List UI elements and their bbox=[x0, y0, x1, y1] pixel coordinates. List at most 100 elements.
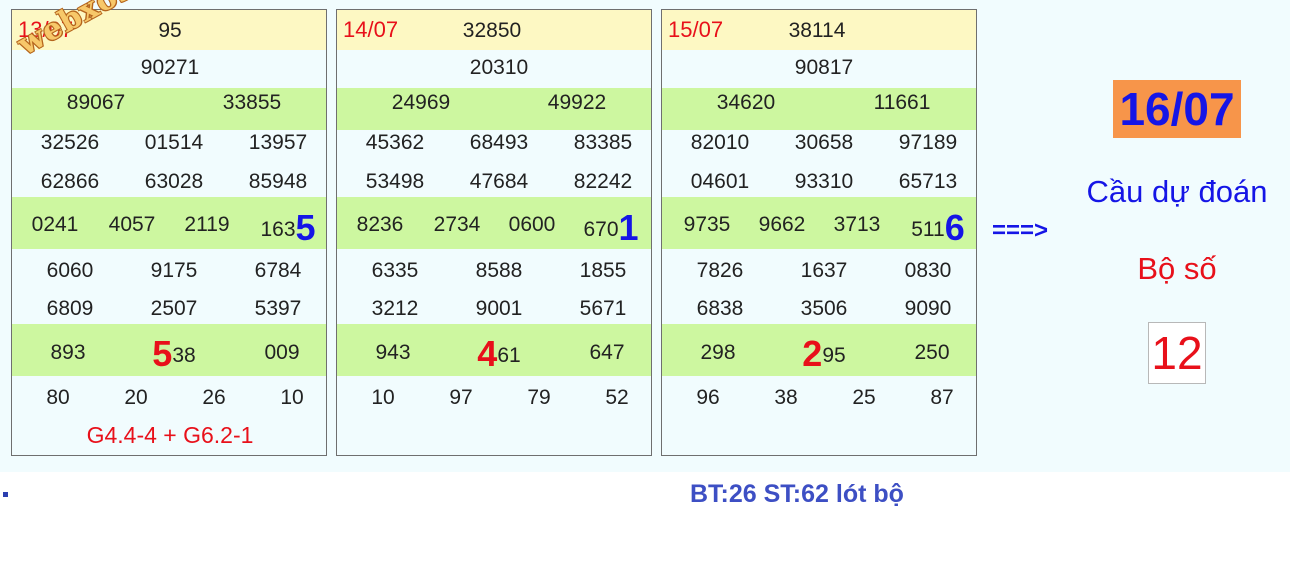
prize-7-value: 10 bbox=[371, 386, 395, 409]
prediction-date: 16/07 bbox=[1113, 80, 1241, 138]
prize-4-value: 3713 bbox=[833, 213, 881, 236]
prize-4-prefix: 670 bbox=[583, 218, 619, 241]
prize-5-value: 9175 bbox=[150, 259, 198, 282]
prize-5-value: 6809 bbox=[46, 297, 94, 320]
prize-5-value: 1637 bbox=[800, 259, 848, 282]
prize-3-value: 68493 bbox=[469, 131, 529, 154]
bullet-dot bbox=[3, 492, 8, 497]
prize-6-highlighted-value: 295 bbox=[802, 336, 845, 372]
prize-2-value: 89067 bbox=[66, 91, 126, 114]
prize-3-value: 83385 bbox=[573, 131, 633, 154]
prize-5-value: 7826 bbox=[696, 259, 744, 282]
prediction-title: Cầu dự đoán bbox=[1086, 174, 1268, 209]
prize-5-value: 9090 bbox=[904, 297, 952, 320]
prize-3-value: 45362 bbox=[365, 131, 425, 154]
prize-4-value: 2734 bbox=[433, 213, 481, 236]
arrow-indicator: ===> bbox=[992, 217, 1049, 244]
prize-4-value: 9662 bbox=[758, 213, 806, 236]
prize-6-value: 250 bbox=[914, 341, 950, 364]
prize-3-value: 82010 bbox=[690, 131, 750, 154]
highlight-digit: 4 bbox=[477, 333, 498, 374]
prize-4-prefix: 511 bbox=[911, 218, 945, 241]
prize-6-highlighted-value: 538 bbox=[152, 336, 195, 372]
footer-note: BT:26 ST:62 lót bộ bbox=[690, 480, 904, 508]
prize-6-rest: 38 bbox=[172, 344, 196, 367]
prize-1: 90817 bbox=[794, 56, 854, 79]
prize-4-value: 0241 bbox=[31, 213, 79, 236]
prize-5-value: 6784 bbox=[254, 259, 302, 282]
prize-4-highlighted-value: 1635 bbox=[260, 210, 315, 246]
highlight-digit: 2 bbox=[802, 333, 823, 374]
highlight-digit: 5 bbox=[152, 333, 173, 374]
prize-5-value: 1855 bbox=[579, 259, 627, 282]
prize-5-value: 8588 bbox=[475, 259, 523, 282]
prize-3-value: 53498 bbox=[365, 170, 425, 193]
prize-2-value: 33855 bbox=[222, 91, 282, 114]
prize-2-value: 11661 bbox=[873, 91, 931, 114]
prize-4-value: 0600 bbox=[508, 213, 556, 236]
prize-3-value: 63028 bbox=[144, 170, 204, 193]
prize-3-value: 04601 bbox=[690, 170, 750, 193]
highlight-digit: 6 bbox=[944, 207, 965, 248]
prize-4-highlighted-value: 6701 bbox=[583, 210, 638, 246]
board-date: 14/07 bbox=[343, 17, 399, 42]
prize-7-value: 87 bbox=[930, 386, 954, 409]
results-board-1: 13/07 95 90271 89067 33855 32526 01514 1… bbox=[11, 0, 327, 456]
prize-4-value: 4057 bbox=[108, 213, 156, 236]
prize-6-highlighted-value: 461 bbox=[477, 336, 520, 372]
results-board-3: 15/07 38114 90817 34620 11661 82010 3065… bbox=[661, 9, 977, 456]
prize-7-value: 25 bbox=[852, 386, 876, 409]
prize-2-value: 34620 bbox=[716, 91, 776, 114]
prize-2-value: 24969 bbox=[391, 91, 451, 114]
prize-7-value: 20 bbox=[124, 386, 148, 409]
prize-5-value: 2507 bbox=[150, 297, 198, 320]
prize-5-value: 5397 bbox=[254, 297, 302, 320]
prize-3-value: 93310 bbox=[794, 170, 854, 193]
highlight-digit: 1 bbox=[618, 207, 639, 248]
prize-4-highlighted-value: 5116 bbox=[911, 210, 965, 246]
prize-6-value: 298 bbox=[700, 341, 736, 364]
prize-5-value: 5671 bbox=[579, 297, 627, 320]
prize-5-value: 6060 bbox=[46, 259, 94, 282]
special-prize: 95 bbox=[158, 19, 182, 42]
prize-7-value: 10 bbox=[280, 386, 304, 409]
prize-5-value: 6335 bbox=[371, 259, 419, 282]
prize-4-value: 2119 bbox=[184, 213, 230, 236]
prize-7-value: 79 bbox=[527, 386, 551, 409]
prediction-subtitle: Bộ số bbox=[1137, 251, 1217, 286]
prize-1: 90271 bbox=[140, 56, 200, 79]
prize-4-value: 8236 bbox=[356, 213, 404, 236]
prediction-formula: G4.4-4 + G6.2-1 bbox=[86, 422, 254, 448]
prize-3-value: 85948 bbox=[248, 170, 308, 193]
prize-3-value: 32526 bbox=[40, 131, 100, 154]
prize-6-value: 943 bbox=[375, 341, 411, 364]
prize-3-value: 30658 bbox=[794, 131, 854, 154]
prize-3-value: 82242 bbox=[573, 170, 633, 193]
prize-3-value: 62866 bbox=[40, 170, 100, 193]
special-prize: 38114 bbox=[788, 19, 846, 42]
prize-3-value: 01514 bbox=[144, 131, 204, 154]
prize-7-value: 38 bbox=[774, 386, 798, 409]
special-prize: 32850 bbox=[462, 19, 522, 42]
prize-4-prefix: 163 bbox=[260, 218, 296, 241]
prize-5-value: 3212 bbox=[371, 297, 419, 320]
prize-6-value: 009 bbox=[264, 341, 300, 364]
prize-7-value: 97 bbox=[449, 386, 473, 409]
prize-6-rest: 61 bbox=[497, 344, 521, 367]
prize-7-value: 52 bbox=[605, 386, 629, 409]
highlight-digit: 5 bbox=[295, 207, 316, 248]
prize-7-value: 96 bbox=[696, 386, 720, 409]
prize-3-value: 65713 bbox=[898, 170, 958, 193]
prize-6-value: 647 bbox=[589, 341, 625, 364]
prize-7-value: 26 bbox=[202, 386, 226, 409]
prize-7-value: 80 bbox=[46, 386, 70, 409]
prize-1: 20310 bbox=[469, 56, 529, 79]
predicted-number: 12 bbox=[1148, 322, 1206, 384]
prize-3-value: 47684 bbox=[469, 170, 529, 193]
results-board-2: 14/07 32850 20310 24969 49922 45362 6849… bbox=[336, 9, 652, 456]
prize-6-rest: 95 bbox=[822, 344, 846, 367]
prize-4-value: 9735 bbox=[683, 213, 731, 236]
board-date: 15/07 bbox=[668, 17, 724, 42]
prize-5-value: 0830 bbox=[904, 259, 952, 282]
prize-5-value: 6838 bbox=[696, 297, 744, 320]
